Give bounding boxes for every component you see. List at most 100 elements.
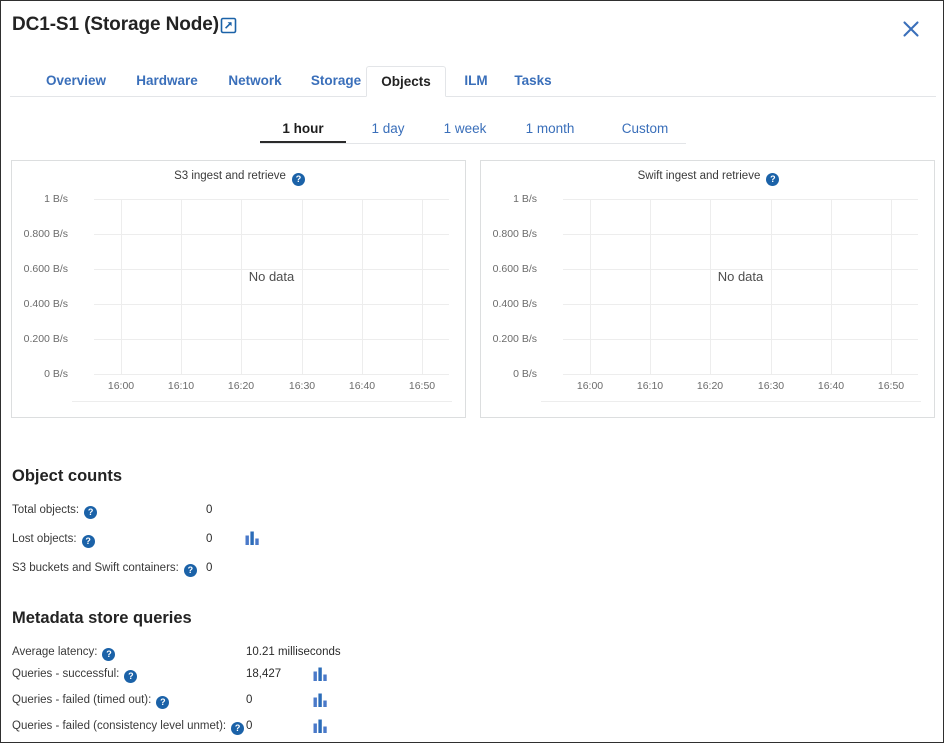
x-axis-tick: 16:30 — [272, 380, 332, 392]
tab-ilm[interactable]: ILM — [450, 66, 502, 97]
bar-chart-icon[interactable] — [313, 667, 328, 681]
row-label-text: Lost objects: — [12, 533, 77, 545]
gridline — [422, 199, 423, 374]
gridline — [94, 304, 449, 305]
plot-area: 1 B/s 0.800 B/s 0.600 B/s 0.400 B/s 0.20… — [94, 199, 449, 374]
page-title: DC1-S1 (Storage Node) — [12, 14, 219, 36]
y-axis-tick: 0.400 B/s — [457, 298, 537, 310]
queries-failed-timed-out-label: Queries - failed (timed out):? — [12, 694, 169, 709]
y-axis-tick: 0.800 B/s — [0, 228, 68, 240]
gridline — [563, 234, 918, 235]
gridline — [563, 339, 918, 340]
close-icon[interactable] — [898, 16, 924, 42]
tab-tasks[interactable]: Tasks — [498, 66, 568, 97]
y-axis-tick: 0.200 B/s — [457, 333, 537, 345]
chart-title-text: Swift ingest and retrieve — [638, 170, 761, 182]
no-data-message: No data — [563, 269, 918, 284]
s3-buckets-swift-containers-label: S3 buckets and Swift containers:? — [12, 562, 197, 577]
x-axis-tick: 16:20 — [211, 380, 271, 392]
x-axis-tick: 16:20 — [680, 380, 740, 392]
x-axis-tick: 16:30 — [741, 380, 801, 392]
gridline — [891, 199, 892, 374]
help-icon[interactable]: ? — [102, 648, 115, 661]
gridline — [650, 199, 651, 374]
chart-title: Swift ingest and retrieve? — [481, 170, 936, 186]
node-details-panel: DC1-S1 (Storage Node) Overview Hardware … — [0, 0, 944, 743]
gridline — [590, 199, 591, 374]
row-label-text: Queries - failed (consistency level unme… — [12, 720, 226, 732]
swift-ingest-retrieve-chart: Swift ingest and retrieve? 1 B/s 0.800 B… — [480, 160, 935, 418]
help-icon[interactable]: ? — [82, 535, 95, 548]
help-icon[interactable]: ? — [124, 670, 137, 683]
help-icon[interactable]: ? — [184, 564, 197, 577]
help-icon[interactable]: ? — [231, 722, 244, 735]
external-link-icon[interactable] — [220, 17, 237, 34]
total-objects-value: 0 — [206, 504, 212, 516]
time-range-1-day[interactable]: 1 day — [357, 116, 419, 143]
object-counts-title: Object counts — [12, 467, 122, 486]
gridline — [94, 234, 449, 235]
x-axis-tick: 16:10 — [620, 380, 680, 392]
y-axis-tick: 0.600 B/s — [457, 263, 537, 275]
tab-network[interactable]: Network — [213, 66, 297, 97]
queries-failed-consistency-value: 0 — [246, 720, 252, 732]
y-axis-tick: 0.400 B/s — [0, 298, 68, 310]
chart-footer-rule — [72, 401, 452, 402]
metadata-store-queries-title: Metadata store queries — [12, 609, 192, 628]
bar-chart-icon[interactable] — [313, 719, 328, 733]
help-icon[interactable]: ? — [156, 696, 169, 709]
time-range-1-week[interactable]: 1 week — [430, 116, 500, 143]
chart-title: S3 ingest and retrieve? — [12, 170, 467, 186]
y-axis-tick: 0.600 B/s — [0, 263, 68, 275]
lost-objects-label: Lost objects:? — [12, 533, 95, 548]
time-range-custom[interactable]: Custom — [604, 116, 686, 143]
row-label-text: Average latency: — [12, 646, 97, 658]
time-range-1-month[interactable]: 1 month — [510, 116, 590, 143]
y-axis-tick: 1 B/s — [457, 193, 537, 205]
chart-footer-rule — [541, 401, 921, 402]
tab-storage[interactable]: Storage — [297, 66, 375, 97]
average-latency-label: Average latency:? — [12, 646, 115, 661]
x-axis-tick: 16:50 — [861, 380, 921, 392]
x-axis-tick: 16:50 — [392, 380, 452, 392]
x-axis-tick: 16:00 — [91, 380, 151, 392]
y-axis-tick: 0 B/s — [457, 368, 537, 380]
x-axis-tick: 16:10 — [151, 380, 211, 392]
help-icon[interactable]: ? — [292, 173, 305, 186]
gridline — [563, 199, 918, 200]
queries-failed-consistency-label: Queries - failed (consistency level unme… — [12, 720, 244, 735]
gridline — [121, 199, 122, 374]
row-label-text: Total objects: — [12, 504, 79, 516]
node-tabs: Overview Hardware Network Storage Object… — [10, 66, 936, 97]
gridline — [831, 199, 832, 374]
gridline — [771, 199, 772, 374]
gridline — [362, 199, 363, 374]
tab-objects[interactable]: Objects — [366, 66, 446, 97]
no-data-message: No data — [94, 269, 449, 284]
gridline — [181, 199, 182, 374]
gridline — [710, 199, 711, 374]
lost-objects-value: 0 — [206, 533, 212, 545]
tab-hardware[interactable]: Hardware — [121, 66, 213, 97]
x-axis-tick: 16:00 — [560, 380, 620, 392]
gridline — [94, 339, 449, 340]
gridline — [563, 374, 918, 375]
y-axis-tick: 1 B/s — [0, 193, 68, 205]
average-latency-value: 10.21 milliseconds — [246, 646, 341, 658]
queries-successful-value: 18,427 — [246, 668, 281, 680]
x-axis-tick: 16:40 — [801, 380, 861, 392]
help-icon[interactable]: ? — [84, 506, 97, 519]
gridline — [94, 199, 449, 200]
plot-area: 1 B/s 0.800 B/s 0.600 B/s 0.400 B/s 0.20… — [563, 199, 918, 374]
s3-ingest-retrieve-chart: S3 ingest and retrieve? 1 B/s 0.800 B/s … — [11, 160, 466, 418]
y-axis-tick: 0.800 B/s — [457, 228, 537, 240]
time-range-1-hour[interactable]: 1 hour — [260, 116, 346, 143]
bar-chart-icon[interactable] — [245, 531, 260, 545]
row-label-text: S3 buckets and Swift containers: — [12, 562, 179, 574]
tab-overview[interactable]: Overview — [31, 66, 121, 97]
gridline — [563, 304, 918, 305]
bar-chart-icon[interactable] — [313, 693, 328, 707]
time-range-tabs: 1 hour 1 day 1 week 1 month Custom — [260, 116, 686, 144]
help-icon[interactable]: ? — [766, 173, 779, 186]
queries-successful-label: Queries - successful:? — [12, 668, 137, 683]
